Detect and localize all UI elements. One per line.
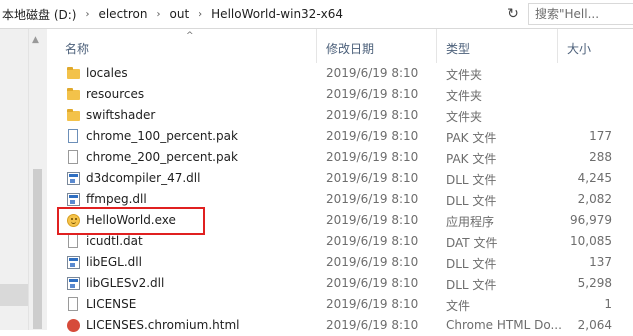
file-type: DLL 文件 (446, 194, 497, 208)
file-size: 1 (604, 297, 612, 311)
column-header-date[interactable]: 修改日期 (326, 40, 374, 57)
file-name: LICENSE (86, 297, 137, 311)
file-name: chrome_200_percent.pak (86, 150, 238, 164)
list-item[interactable]: swiftshader 2019/6/19 8:10 文件夹 (46, 105, 633, 126)
file-size: 5,298 (577, 276, 612, 290)
file-date: 2019/6/19 8:10 (326, 255, 419, 269)
file-name: libEGL.dll (86, 255, 142, 269)
file-type: DLL 文件 (446, 173, 497, 187)
file-name: ffmpeg.dll (86, 192, 147, 206)
file-size: 288 (589, 150, 612, 164)
highlight-box (57, 207, 205, 235)
dll-icon (65, 192, 81, 208)
file-type: DAT 文件 (446, 236, 498, 250)
folder-icon (65, 108, 81, 124)
file-type: DLL 文件 (446, 257, 497, 271)
file-name: resources (86, 87, 145, 101)
folder-icon (65, 66, 81, 82)
list-item[interactable]: LICENSE 2019/6/19 8:10 文件 1 (46, 294, 633, 315)
file-size: 2,082 (577, 192, 612, 206)
list-item[interactable]: d3dcompiler_47.dll 2019/6/19 8:10 DLL 文件… (46, 168, 633, 189)
file-name: chrome_100_percent.pak (86, 129, 238, 143)
column-divider[interactable] (316, 29, 317, 63)
file-type: 文件 (446, 299, 471, 313)
file-type: PAK 文件 (446, 131, 497, 145)
file-date: 2019/6/19 8:10 (326, 297, 419, 311)
chrome-html-icon (65, 318, 81, 334)
file-type: 应用程序 (446, 215, 495, 229)
breadcrumb-electron[interactable]: electron (96, 7, 149, 21)
file-size: 137 (589, 255, 612, 269)
file-type: 文件夹 (446, 110, 483, 124)
list-item[interactable]: chrome_200_percent.pak 2019/6/19 8:10 PA… (46, 147, 633, 168)
file-type: DLL 文件 (446, 278, 497, 292)
file-name: libGLESv2.dll (86, 276, 165, 290)
navigation-selected-item[interactable] (0, 284, 28, 306)
list-item[interactable]: libGLESv2.dll 2019/6/19 8:10 DLL 文件 5,29… (46, 273, 633, 294)
file-date: 2019/6/19 8:10 (326, 213, 419, 227)
file-name: locales (86, 66, 128, 80)
file-date: 2019/6/19 8:10 (326, 66, 419, 80)
file-icon (65, 234, 81, 250)
search-input[interactable]: 搜索"Hell... (528, 3, 633, 25)
column-header-size[interactable]: 大小 (567, 40, 591, 57)
sort-ascending-icon: ^ (186, 31, 194, 41)
refresh-icon[interactable]: ↻ (500, 0, 526, 28)
list-item[interactable]: chrome_100_percent.pak 2019/6/19 8:10 PA… (46, 126, 633, 147)
file-icon (65, 150, 81, 166)
file-date: 2019/6/19 8:10 (326, 192, 419, 206)
file-date: 2019/6/19 8:10 (326, 108, 419, 122)
column-header-name[interactable]: 名称 (65, 40, 89, 57)
file-date: 2019/6/19 8:10 (326, 171, 419, 185)
file-type: PAK 文件 (446, 152, 497, 166)
breadcrumb-current-folder[interactable]: HelloWorld-win32-x64 (209, 7, 345, 21)
file-date: 2019/6/19 8:10 (326, 276, 419, 290)
chevron-right-icon[interactable]: › (78, 9, 96, 20)
file-date: 2019/6/19 8:10 (326, 234, 419, 248)
column-header-row: ^ 名称 修改日期 类型 大小 (46, 29, 633, 63)
column-header-type[interactable]: 类型 (446, 40, 470, 57)
file-list: locales 2019/6/19 8:10 文件夹 resources 201… (46, 63, 633, 336)
dll-icon (65, 276, 81, 292)
file-date: 2019/6/19 8:10 (326, 129, 419, 143)
breadcrumb: 本地磁盘 (D:) › electron › out › HelloWorld-… (0, 0, 345, 28)
file-date: 2019/6/19 8:10 (326, 87, 419, 101)
file-name: icudtl.dat (86, 234, 143, 248)
file-name: d3dcompiler_47.dll (86, 171, 201, 185)
scroll-up-icon[interactable]: ▲ (32, 35, 39, 45)
file-size: 10,085 (570, 234, 612, 248)
navigation-scrollbar[interactable]: ▲ (28, 29, 47, 330)
pak-file-icon (65, 129, 81, 145)
scrollbar-thumb[interactable] (33, 169, 42, 329)
breadcrumb-out[interactable]: out (168, 7, 192, 21)
file-size: 4,245 (577, 171, 612, 185)
file-date: 2019/6/19 8:10 (326, 150, 419, 164)
list-item[interactable]: libEGL.dll 2019/6/19 8:10 DLL 文件 137 (46, 252, 633, 273)
dll-icon (65, 255, 81, 271)
file-type: 文件夹 (446, 89, 483, 103)
column-divider[interactable] (436, 29, 437, 63)
file-icon (65, 297, 81, 313)
list-item[interactable]: locales 2019/6/19 8:10 文件夹 (46, 63, 633, 84)
dll-icon (65, 171, 81, 187)
file-size: 177 (589, 129, 612, 143)
address-bar[interactable]: 本地磁盘 (D:) › electron › out › HelloWorld-… (0, 0, 633, 29)
breadcrumb-drive[interactable]: 本地磁盘 (D:) (0, 6, 78, 23)
navigation-pane[interactable] (0, 29, 28, 330)
file-type: 文件夹 (446, 68, 483, 82)
chevron-right-icon[interactable]: › (191, 9, 209, 20)
list-item[interactable]: resources 2019/6/19 8:10 文件夹 (46, 84, 633, 105)
chevron-right-icon[interactable]: › (150, 9, 168, 20)
file-size: 96,979 (570, 213, 612, 227)
file-name: swiftshader (86, 108, 156, 122)
folder-icon (65, 87, 81, 103)
column-divider[interactable] (557, 29, 558, 63)
list-item[interactable]: LICENSES.chromium.html 2019/6/19 8:10 Ch… (46, 315, 633, 336)
